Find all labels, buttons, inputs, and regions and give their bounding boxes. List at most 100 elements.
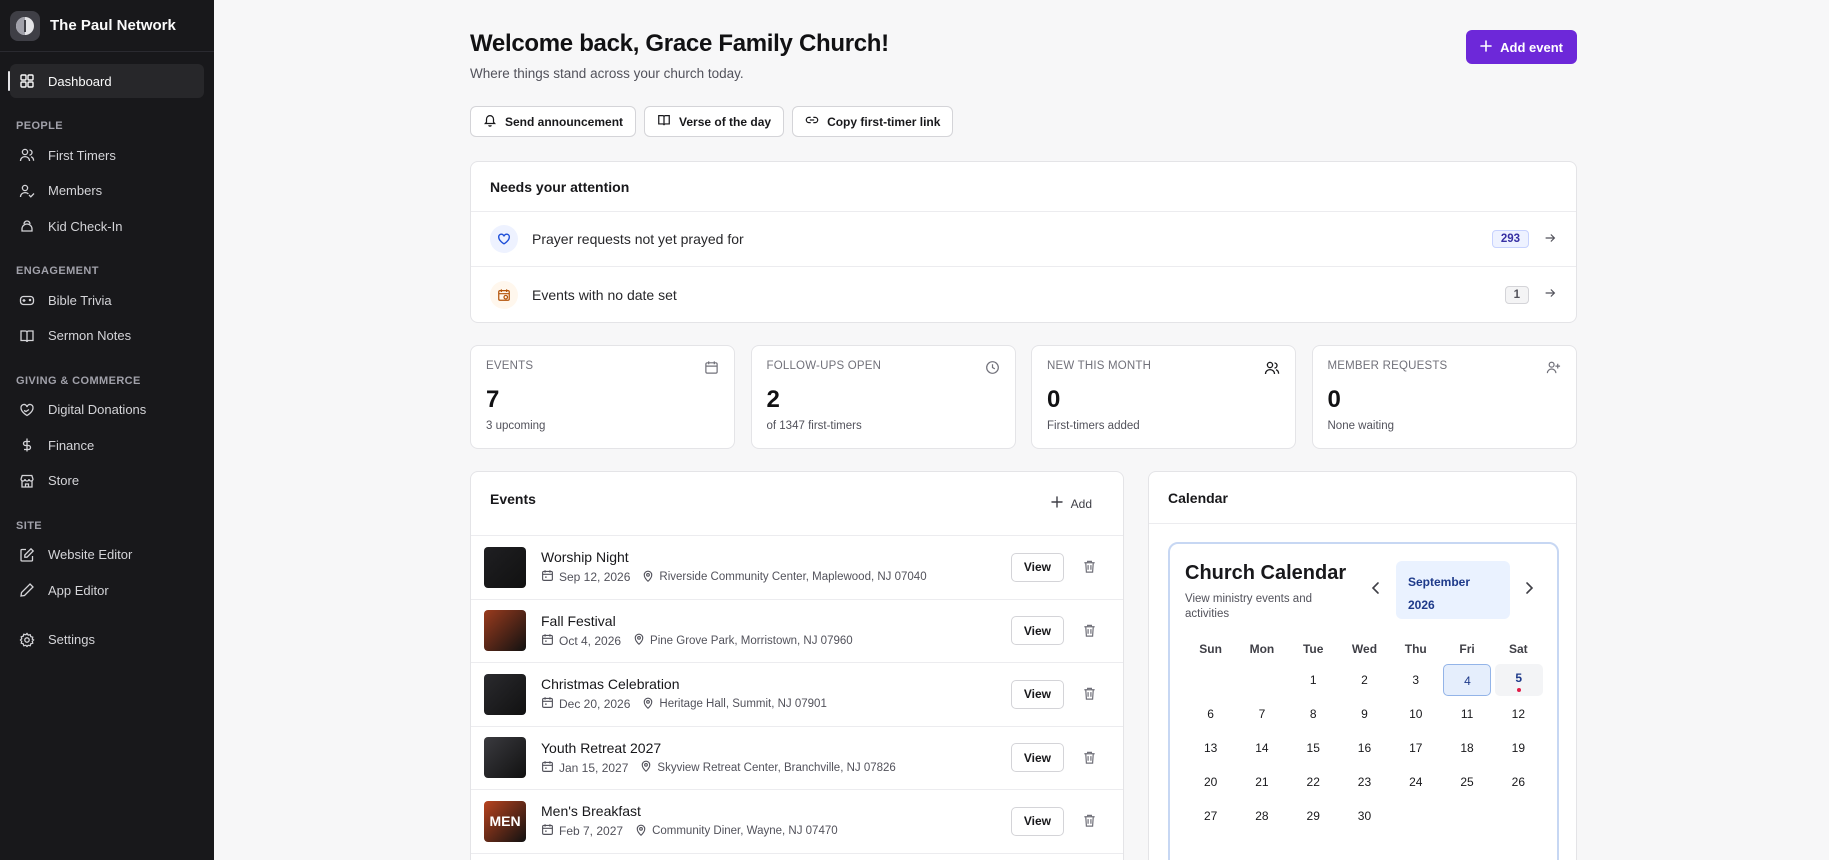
calendar-day[interactable]: 8 <box>1288 704 1339 724</box>
calendar-day[interactable]: 27 <box>1185 806 1236 826</box>
edit-icon <box>18 546 36 564</box>
sidebar-item-kid-check-in[interactable]: Kid Check-In <box>10 209 204 243</box>
calendar-day[interactable]: 5 <box>1493 664 1544 696</box>
stat-subtext: First-timers added <box>1047 420 1140 432</box>
trash-icon[interactable] <box>1082 623 1098 639</box>
plus-icon <box>1050 496 1063 511</box>
calendar-day[interactable]: 4 <box>1441 664 1492 696</box>
add-event-button[interactable]: Add event <box>1466 30 1577 64</box>
stat-label: FOLLOW-UPS OPEN <box>766 360 882 372</box>
gamepad-icon <box>18 291 36 309</box>
attention-title: Needs your attention <box>471 162 1576 212</box>
send-announcement-button[interactable]: Send announcement <box>470 106 637 137</box>
trash-icon[interactable] <box>1082 813 1098 829</box>
stat-value: 2 <box>766 386 780 413</box>
map-pin-icon <box>642 697 654 712</box>
calendar-day[interactable]: 21 <box>1236 772 1287 792</box>
arrow-right-icon[interactable] <box>1543 231 1557 248</box>
calendar-week: 6 7 8 9 10 11 12 <box>1185 704 1544 724</box>
trash-icon[interactable] <box>1082 750 1098 766</box>
calendar-empty-cell <box>1441 806 1492 826</box>
event-location: Pine Grove Park, Morristown, NJ 07960 <box>650 634 853 647</box>
calendar-day[interactable]: 19 <box>1493 738 1544 758</box>
stat-card-member-requests: MEMBER REQUESTS 0 None waiting <box>1311 345 1577 449</box>
sidebar-item-finance[interactable]: Finance <box>10 428 204 462</box>
calendar-day[interactable]: 11 <box>1441 704 1492 724</box>
event-info: Worship Night Sep 12, 2026 Riverside Commu… <box>541 549 1011 585</box>
event-thumbnail <box>484 673 526 715</box>
sidebar-nav: Dashboard PEOPLE First Timers Members Kid Ch… <box>0 52 214 657</box>
calendar-day[interactable]: 12 <box>1493 704 1544 724</box>
page-title: Welcome back, Grace Family Church! <box>470 30 889 57</box>
calendar-day[interactable]: 13 <box>1185 738 1236 758</box>
sidebar-item-digital-donations[interactable]: Digital Donations <box>10 393 204 427</box>
calendar-day[interactable]: 15 <box>1288 738 1339 758</box>
sidebar-item-members[interactable]: Members <box>10 174 204 208</box>
event-date-group: Jan 15, 2027 <box>541 760 628 776</box>
events-header: Events Add <box>471 472 1123 536</box>
attention-row[interactable]: Prayer requests not yet prayed for 293 <box>471 212 1576 267</box>
calendar-day[interactable]: 22 <box>1288 772 1339 792</box>
view-event-button[interactable]: View <box>1010 552 1064 582</box>
calendar-day[interactable]: 29 <box>1288 806 1339 826</box>
trash-icon[interactable] <box>1082 559 1098 575</box>
sidebar-item-website-editor[interactable]: Website Editor <box>10 538 204 572</box>
calendar-day[interactable]: 6 <box>1185 704 1236 724</box>
verse-of-the-day-button[interactable]: Verse of the day <box>644 106 785 137</box>
brand-logo-icon <box>10 10 40 41</box>
trash-icon[interactable] <box>1082 686 1098 702</box>
sidebar-item-bible-trivia[interactable]: Bible Trivia <box>10 283 204 317</box>
copy-first-timer-link-button[interactable]: Copy first-timer link <box>792 106 954 137</box>
sidebar-item-first-timers[interactable]: First Timers <box>10 138 204 172</box>
calendar-day[interactable]: 26 <box>1493 772 1544 792</box>
heart-icon <box>490 225 518 253</box>
chevron-right-icon[interactable] <box>1523 581 1535 600</box>
calendar-day[interactable]: 20 <box>1185 772 1236 792</box>
view-event-button[interactable]: View <box>1010 806 1064 836</box>
event-row: Worship Night Sep 12, 2026 Riverside Commu… <box>471 536 1123 600</box>
plus-icon <box>1480 39 1492 55</box>
pen-icon <box>18 581 36 599</box>
view-event-button[interactable]: View <box>1010 616 1064 646</box>
calendar-day[interactable]: 7 <box>1236 704 1287 724</box>
stat-value: 0 <box>1327 386 1341 413</box>
calendar-day[interactable]: 16 <box>1339 738 1390 758</box>
view-event-button[interactable]: View <box>1010 679 1064 709</box>
calendar-day[interactable]: 25 <box>1441 772 1492 792</box>
sidebar-item-sermon-notes[interactable]: Sermon Notes <box>10 319 204 353</box>
sidebar: The Paul Network Dashboard PEOPLE First Ti… <box>0 0 214 860</box>
calendar-day[interactable]: 2 <box>1339 670 1390 690</box>
attention-row[interactable]: Events with no date set 1 <box>471 267 1576 322</box>
sidebar-item-settings[interactable]: Settings <box>10 623 204 657</box>
chevron-left-icon[interactable] <box>1370 581 1382 600</box>
calendar-day[interactable]: 17 <box>1390 738 1441 758</box>
stat-subtext: of 1347 first-timers <box>766 420 862 432</box>
calendar-day[interactable]: 28 <box>1236 806 1287 826</box>
event-date: Sep 12, 2026 <box>559 570 631 585</box>
sidebar-item-app-editor[interactable]: App Editor <box>10 573 204 607</box>
event-location-group: Community Diner, Wayne, NJ 07470 <box>635 824 838 839</box>
calendar-month: September <box>1408 575 1471 589</box>
sidebar-item-store[interactable]: Store <box>10 464 204 498</box>
calendar-day[interactable]: 23 <box>1339 772 1390 792</box>
calendar-month-label[interactable]: September 2026 <box>1396 561 1510 619</box>
sidebar-item-label: Digital Donations <box>48 402 147 417</box>
calendar-day[interactable]: 30 <box>1339 806 1390 826</box>
calendar-day[interactable]: 18 <box>1441 738 1492 758</box>
sidebar-item-label: Bible Trivia <box>48 292 112 308</box>
calendar-day[interactable]: 9 <box>1339 704 1390 724</box>
arrow-right-icon[interactable] <box>1543 286 1557 303</box>
calendar-day[interactable]: 3 <box>1390 670 1441 690</box>
sidebar-item-label: Sermon Notes <box>48 328 132 343</box>
calendar-day[interactable]: 1 <box>1288 670 1339 690</box>
sidebar-item-dashboard[interactable]: Dashboard <box>10 64 204 98</box>
view-event-button[interactable]: View <box>1010 743 1064 773</box>
calendar-icon <box>541 633 554 649</box>
calendar-icon <box>541 823 554 839</box>
calendar-day[interactable]: 24 <box>1390 772 1441 792</box>
calendar-day[interactable]: 10 <box>1390 704 1441 724</box>
users-icon <box>1264 360 1280 381</box>
calendar-day[interactable]: 14 <box>1236 738 1287 758</box>
add-event-link[interactable]: Add <box>1050 496 1092 511</box>
brand[interactable]: The Paul Network <box>0 0 214 52</box>
